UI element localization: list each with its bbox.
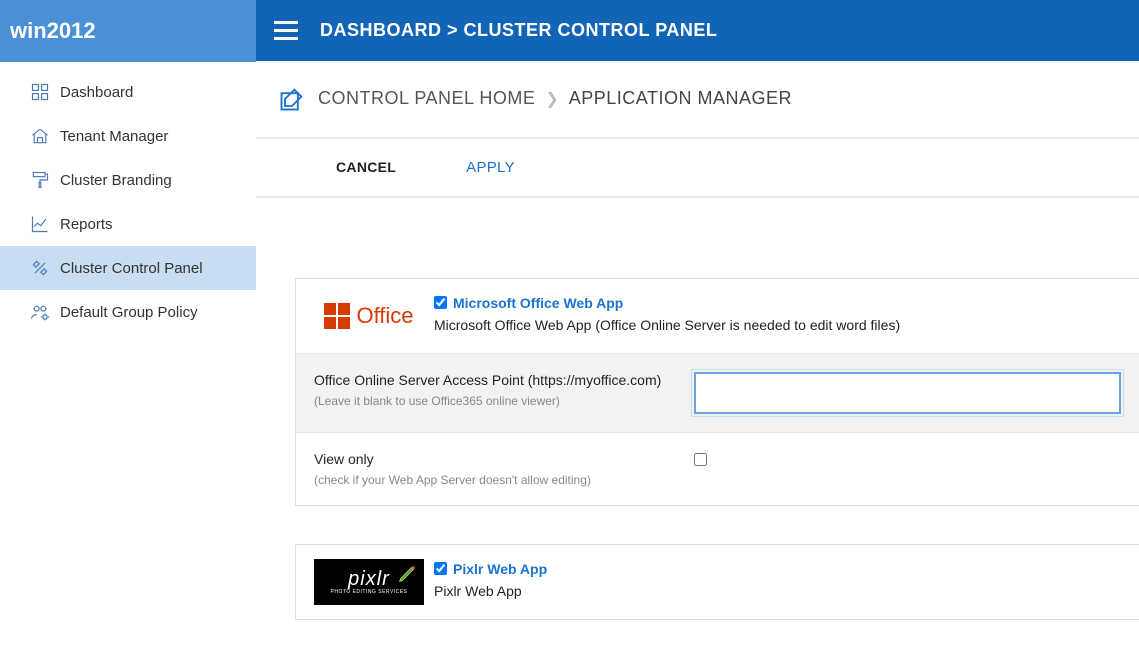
users-gear-icon [30, 302, 50, 322]
pixlr-enable-checkbox[interactable] [434, 562, 447, 575]
sidebar-item-label: Dashboard [60, 84, 133, 101]
breadcrumb-home-link[interactable]: CONTROL PANEL HOME [318, 88, 535, 109]
card-header: Office Microsoft Office Web App Microsof… [296, 279, 1139, 353]
topbar: DASHBOARD > CLUSTER CONTROL PANEL [256, 0, 1139, 61]
sidebar-item-label: Reports [60, 216, 113, 233]
hamburger-icon[interactable] [274, 21, 298, 39]
pencil-square-icon [278, 85, 306, 113]
office-enable-checkbox[interactable] [434, 296, 447, 309]
pixlr-brand-text: pixlr [348, 568, 390, 591]
apply-button[interactable]: APPLY [466, 159, 515, 176]
breadcrumb-page: CLUSTER CONTROL PANEL [464, 20, 718, 40]
office-viewonly-checkbox[interactable] [694, 453, 707, 466]
office-logo: Office [314, 293, 424, 339]
sidebar-item-label: Cluster Branding [60, 172, 172, 189]
sidebar-item-tenant-manager[interactable]: Tenant Manager [0, 114, 256, 158]
brand-text: win2012 [10, 18, 96, 44]
office-access-label: Office Online Server Access Point (https… [314, 372, 661, 388]
pixlr-description: Pixlr Web App [434, 583, 1121, 599]
sidebar-item-label: Tenant Manager [60, 128, 168, 145]
sidebar-item-cluster-branding[interactable]: Cluster Branding [0, 158, 256, 202]
sidebar-item-dashboard[interactable]: Dashboard [0, 70, 256, 114]
main-area: DASHBOARD > CLUSTER CONTROL PANEL CONTRO… [256, 0, 1139, 649]
pixlr-tagline: PHOTO EDITING SERVICES [331, 589, 408, 595]
office-title[interactable]: Microsoft Office Web App [453, 295, 623, 311]
paint-roller-icon [30, 170, 50, 190]
sidebar-item-cluster-control-panel[interactable]: Cluster Control Panel [0, 246, 256, 290]
breadcrumb-sep: > [447, 20, 458, 40]
office-viewonly-sublabel: (check if your Web App Server doesn't al… [314, 473, 694, 487]
sidebar: win2012 Dashboard Tenant Manager Cluster… [0, 0, 256, 649]
sidebar-item-reports[interactable]: Reports [0, 202, 256, 246]
office-squares-icon [324, 303, 350, 329]
chart-line-icon [30, 214, 50, 234]
pencil-icon [396, 563, 418, 585]
chevron-right-icon: ❯ [545, 89, 558, 109]
app-card-office: Office Microsoft Office Web App Microsof… [295, 278, 1139, 506]
breadcrumb-sub: CONTROL PANEL HOME ❯ APPLICATION MANAGER [256, 61, 1139, 139]
sidebar-item-label: Cluster Control Panel [60, 260, 203, 277]
app-card-pixlr: pixlr PHOTO EDITING SERVICES Pixlr Web A… [295, 544, 1139, 620]
pixlr-title[interactable]: Pixlr Web App [453, 561, 547, 577]
content-region: Office Microsoft Office Web App Microsof… [256, 198, 1139, 649]
office-description: Microsoft Office Web App (Office Online … [434, 317, 1121, 333]
breadcrumb-dashboard[interactable]: DASHBOARD [320, 20, 442, 40]
pixlr-logo: pixlr PHOTO EDITING SERVICES [314, 559, 424, 605]
action-bar: CANCEL APPLY [256, 139, 1139, 198]
sidebar-item-default-group-policy[interactable]: Default Group Policy [0, 290, 256, 334]
cancel-button[interactable]: CANCEL [336, 159, 396, 175]
office-access-sublabel: (Leave it blank to use Office365 online … [314, 394, 694, 408]
house-icon [30, 126, 50, 146]
office-access-input[interactable] [694, 372, 1121, 414]
office-access-row: Office Online Server Access Point (https… [296, 353, 1139, 432]
breadcrumb-top: DASHBOARD > CLUSTER CONTROL PANEL [320, 20, 717, 41]
breadcrumb-current: APPLICATION MANAGER [569, 88, 792, 109]
dashboard-icon [30, 82, 50, 102]
card-header: pixlr PHOTO EDITING SERVICES Pixlr Web A… [296, 545, 1139, 619]
office-logo-text: Office [356, 303, 413, 329]
tools-icon [30, 258, 50, 278]
sidebar-nav: Dashboard Tenant Manager Cluster Brandin… [0, 62, 256, 334]
sidebar-brand: win2012 [0, 0, 256, 62]
office-viewonly-row: View only (check if your Web App Server … [296, 432, 1139, 505]
sidebar-item-label: Default Group Policy [60, 304, 198, 321]
office-viewonly-label: View only [314, 451, 374, 467]
